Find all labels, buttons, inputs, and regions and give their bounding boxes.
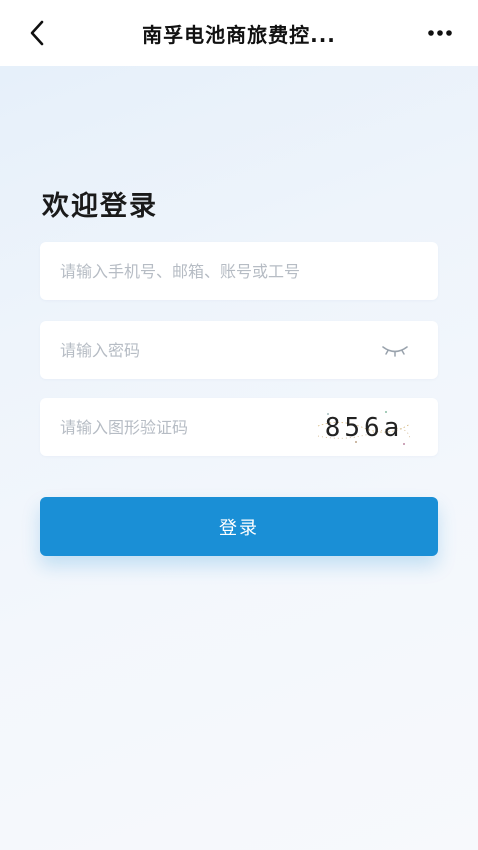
password-field xyxy=(40,321,438,379)
more-button[interactable] xyxy=(422,18,458,48)
page-title: 南孚电池商旅费控... xyxy=(142,22,336,47)
more-horizontal-icon xyxy=(428,30,452,36)
account-input[interactable] xyxy=(60,242,420,300)
account-field xyxy=(40,242,438,300)
login-button[interactable]: 登录 xyxy=(40,497,438,556)
chevron-left-icon xyxy=(30,20,44,46)
navigation-bar: 南孚电池商旅费控... xyxy=(0,0,478,66)
captcha-text: 856a xyxy=(325,413,404,443)
back-button[interactable] xyxy=(22,18,52,48)
welcome-heading: 欢迎登录 xyxy=(42,191,158,222)
eye-closed-icon[interactable] xyxy=(380,340,410,360)
captcha-field: 856a xyxy=(40,398,438,456)
captcha-input[interactable] xyxy=(60,398,320,456)
captcha-image[interactable]: 856a xyxy=(316,406,412,448)
login-panel: 欢迎登录 856a 登录 xyxy=(0,66,478,850)
password-input[interactable] xyxy=(60,321,320,379)
